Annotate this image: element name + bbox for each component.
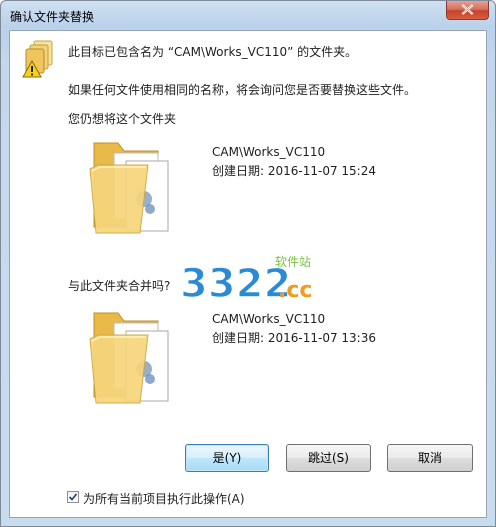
message-line-1: 此目标已包含名为 “CAM\Works_VC110” 的文件夹。 (68, 45, 358, 59)
apply-all-label[interactable]: 为所有当前项目执行此操作(A) (83, 490, 245, 507)
confirm-folder-replace-dialog: 确认文件夹替换 此目标已包含名为 “CAM\Works_VC110” 的文件夹。… (0, 0, 496, 527)
dialog-body: 此目标已包含名为 “CAM\Works_VC110” 的文件夹。 如果任何文件使… (9, 30, 487, 518)
target-folder-date: 创建日期: 2016-11-07 15:24 (212, 164, 376, 178)
yes-button[interactable]: 是(Y) (185, 444, 269, 472)
merge-question: 与此文件夹合并吗? (68, 279, 171, 293)
checkmark-icon (68, 493, 78, 501)
cancel-button[interactable]: 取消 (387, 444, 473, 472)
skip-button[interactable]: 跳过(S) (286, 444, 371, 472)
target-folder-name: CAM\Works_VC110 (212, 145, 326, 159)
watermark-tag: 软件站 (275, 255, 311, 269)
close-button[interactable] (446, 1, 489, 20)
close-icon (461, 4, 474, 15)
folder-warning-icon (22, 40, 53, 78)
watermark-logo: 3322 .cc 软件站 (180, 255, 312, 308)
title-bar[interactable]: 确认文件夹替换 (1, 1, 495, 29)
message-line-2: 如果任何文件使用相同的名称，将会询问您是否要替换这些文件。 (68, 83, 417, 97)
source-folder-date: 创建日期: 2016-11-07 13:36 (212, 331, 376, 345)
message-line-3: 您仍想将这个文件夹 (68, 112, 177, 126)
window-title: 确认文件夹替换 (10, 10, 95, 24)
watermark-suffix: .cc (278, 278, 312, 303)
apply-all-checkbox[interactable] (67, 491, 79, 503)
folder-icon (89, 142, 169, 234)
folder-icon (89, 312, 169, 404)
source-folder-name: CAM\Works_VC110 (212, 312, 326, 326)
